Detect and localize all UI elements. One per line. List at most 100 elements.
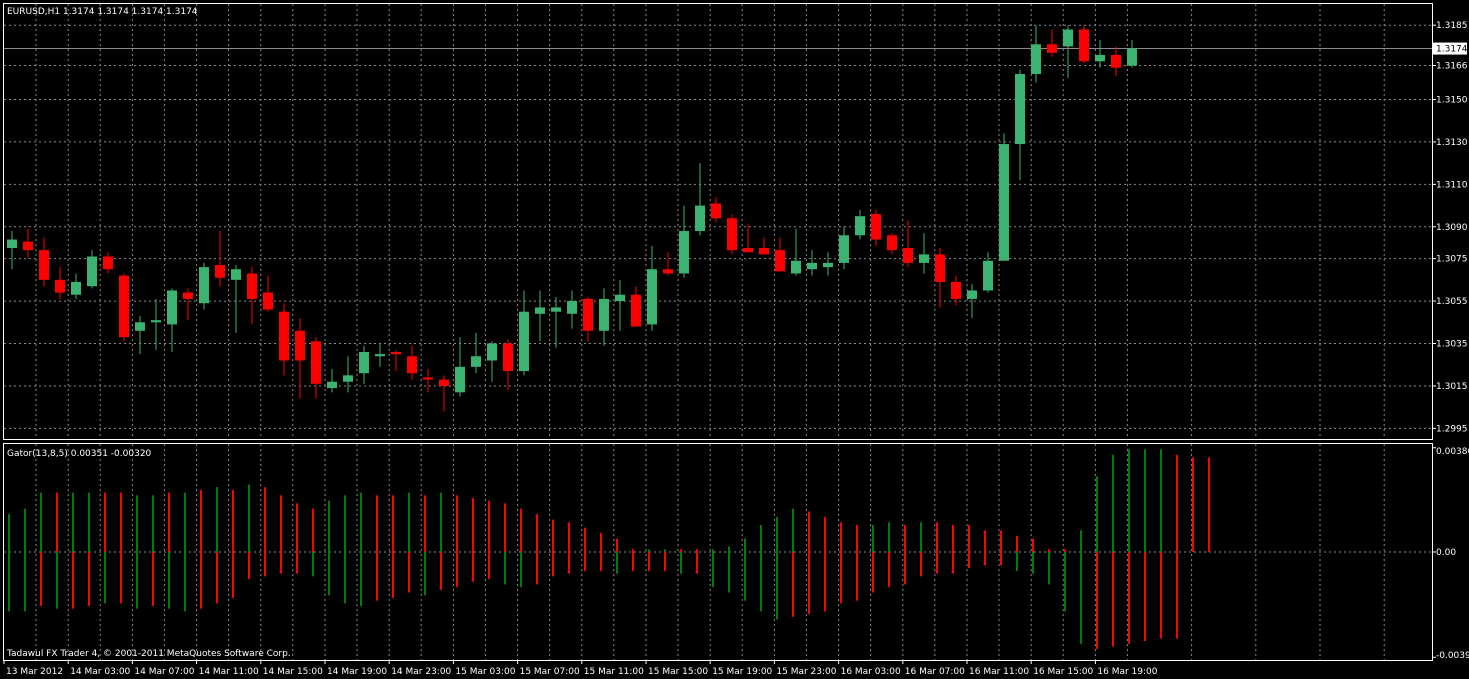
- candle-body: [951, 281, 961, 299]
- candle[interactable]: [775, 237, 785, 272]
- candle[interactable]: [119, 273, 129, 342]
- candle-body: [919, 254, 929, 263]
- candle[interactable]: [663, 252, 673, 276]
- candle-body: [1015, 74, 1025, 145]
- candle[interactable]: [807, 250, 817, 276]
- gator-axis: 0.00386 0.00 -0.0039: [1432, 447, 1469, 661]
- gator-indicator-label: Gator(13,8,5) 0.00351 -0.00320: [7, 449, 152, 459]
- candle[interactable]: [695, 163, 705, 236]
- candle[interactable]: [55, 267, 65, 299]
- candle[interactable]: [871, 209, 881, 246]
- candle[interactable]: [39, 237, 49, 287]
- candle[interactable]: [823, 252, 833, 276]
- candle[interactable]: [679, 205, 689, 278]
- candle[interactable]: [487, 341, 497, 382]
- candle[interactable]: [743, 224, 753, 253]
- time-tick-label: 15 Mar 19:00: [712, 667, 772, 677]
- gator-panel[interactable]: 0.00386 0.00 -0.0039 Gator(13,8,5) 0.00351…: [3, 443, 1469, 662]
- candle-body: [1127, 48, 1137, 66]
- candle[interactable]: [199, 262, 209, 310]
- candle[interactable]: [439, 375, 449, 412]
- candle[interactable]: [471, 332, 481, 374]
- gator-tick-label: -0.0039: [1436, 651, 1469, 661]
- candle[interactable]: [1127, 40, 1137, 68]
- candle[interactable]: [247, 267, 257, 325]
- candle[interactable]: [279, 303, 289, 376]
- candle[interactable]: [423, 368, 433, 393]
- price-grid: [4, 4, 1432, 439]
- candle[interactable]: [391, 349, 401, 372]
- candle[interactable]: [23, 228, 33, 259]
- candle[interactable]: [599, 288, 609, 346]
- candle[interactable]: [311, 337, 321, 399]
- candle[interactable]: [839, 226, 849, 270]
- candle[interactable]: [359, 345, 369, 384]
- gator-histogram[interactable]: [8, 449, 1210, 650]
- candle[interactable]: [1095, 40, 1105, 68]
- candle[interactable]: [919, 233, 929, 274]
- candle[interactable]: [135, 315, 145, 355]
- candle-body: [423, 377, 433, 380]
- price-tick-label: 1.3185: [1436, 21, 1468, 31]
- candle[interactable]: [855, 209, 865, 240]
- candle[interactable]: [7, 231, 17, 270]
- candle-body: [839, 235, 849, 263]
- candle-body: [983, 260, 993, 291]
- candle[interactable]: [727, 214, 737, 255]
- chart-window[interactable]: 1.3185 1.3166 1.3150 1.3130 1.3110 1.3090 1.30…: [0, 0, 1469, 679]
- candle[interactable]: [1047, 29, 1057, 58]
- time-tick-label: 16 Mar 07:00: [905, 667, 965, 677]
- candle-body: [23, 241, 33, 251]
- candle[interactable]: [615, 279, 625, 331]
- candle-body: [7, 239, 17, 249]
- candle[interactable]: [999, 133, 1009, 261]
- candle[interactable]: [103, 252, 113, 274]
- candle-body: [679, 231, 689, 274]
- candle[interactable]: [551, 296, 561, 348]
- candle[interactable]: [167, 288, 177, 352]
- candle[interactable]: [887, 233, 897, 255]
- candle[interactable]: [71, 273, 81, 299]
- candle-body: [583, 298, 593, 331]
- candle[interactable]: [343, 356, 353, 393]
- candle[interactable]: [455, 337, 465, 397]
- candles[interactable]: [7, 25, 1137, 412]
- price-panel-frame: [3, 3, 1433, 440]
- chart-header: EURUSD,H1 1.3174 1.3174 1.3174 1.3174: [7, 7, 198, 17]
- candle[interactable]: [407, 345, 417, 380]
- candle[interactable]: [583, 296, 593, 342]
- candle[interactable]: [151, 298, 161, 350]
- candle[interactable]: [567, 290, 577, 329]
- candle[interactable]: [1063, 25, 1073, 79]
- candle[interactable]: [503, 339, 513, 391]
- candle[interactable]: [711, 197, 721, 223]
- candle[interactable]: [535, 290, 545, 342]
- candle[interactable]: [903, 220, 913, 268]
- time-tick-label: 15 Mar 03:00: [455, 667, 515, 677]
- candle[interactable]: [759, 237, 769, 255]
- gator-tick-label: 0.00386: [1436, 447, 1469, 457]
- candle-body: [487, 343, 497, 361]
- candle[interactable]: [327, 368, 337, 393]
- candle-body: [439, 379, 449, 386]
- price-panel[interactable]: 1.3185 1.3166 1.3150 1.3130 1.3110 1.3090 1.30…: [3, 3, 1468, 440]
- candle-body: [503, 343, 513, 372]
- candle[interactable]: [1031, 25, 1041, 83]
- candle[interactable]: [1111, 46, 1121, 77]
- candle[interactable]: [519, 290, 529, 376]
- candle[interactable]: [263, 275, 273, 312]
- candle[interactable]: [87, 250, 97, 289]
- candle[interactable]: [1015, 69, 1025, 181]
- candle[interactable]: [183, 288, 193, 321]
- candle[interactable]: [375, 343, 385, 367]
- time-tick-label: 14 Mar 23:00: [391, 667, 451, 677]
- candle[interactable]: [231, 265, 241, 333]
- candle[interactable]: [215, 231, 225, 287]
- candle[interactable]: [631, 286, 641, 327]
- candle[interactable]: [791, 228, 801, 276]
- candle[interactable]: [935, 248, 945, 308]
- candle[interactable]: [295, 318, 305, 399]
- gator-grid: [4, 444, 1432, 660]
- candle[interactable]: [1079, 25, 1089, 64]
- time-tick-label: 15 Mar 07:00: [520, 667, 580, 677]
